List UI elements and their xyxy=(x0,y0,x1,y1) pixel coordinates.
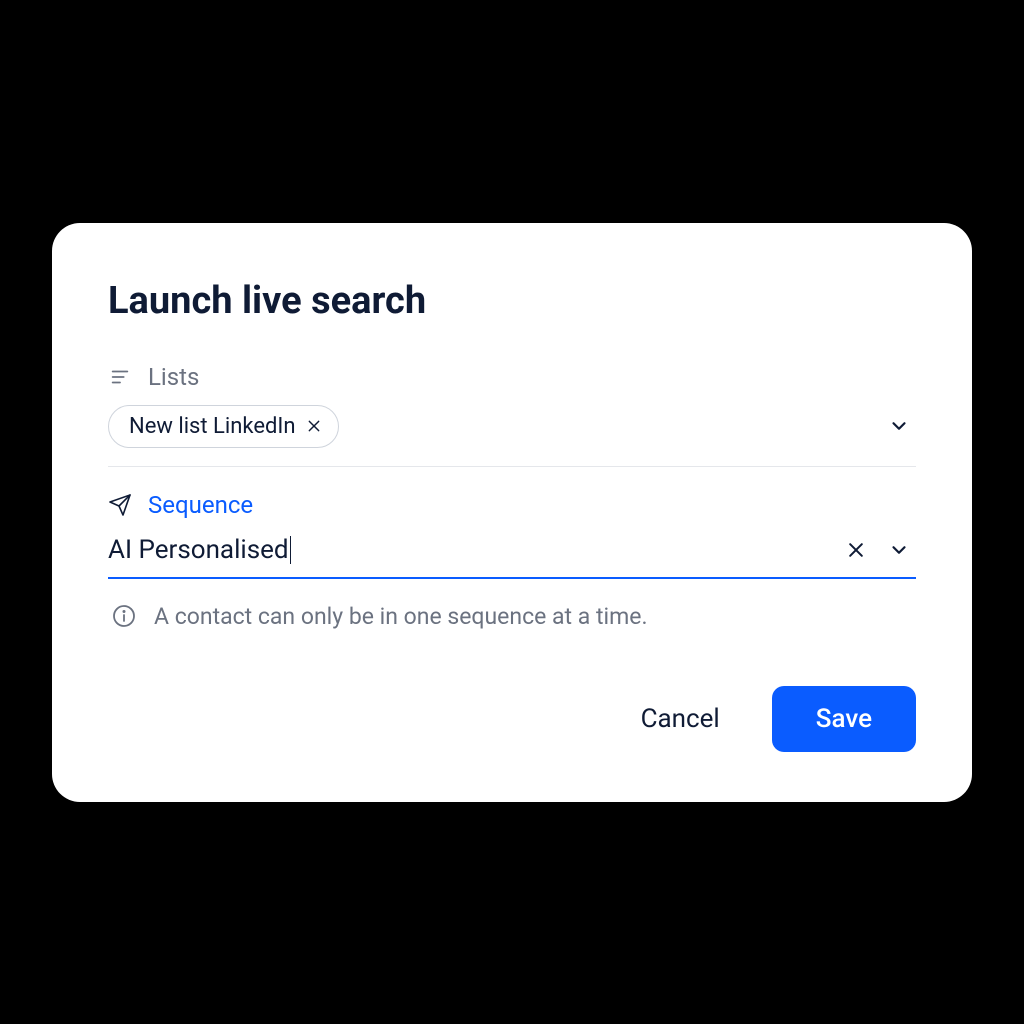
chevron-down-icon xyxy=(888,415,910,437)
info-text: A contact can only be in one sequence at… xyxy=(154,603,648,630)
save-button[interactable]: Save xyxy=(772,686,916,752)
sequence-label-row: Sequence xyxy=(108,491,916,519)
clear-sequence-button[interactable] xyxy=(842,536,870,564)
chevron-down-icon xyxy=(888,539,910,561)
lists-label: Lists xyxy=(148,363,199,391)
sequence-input-row[interactable]: AI Personalised xyxy=(108,533,916,579)
sequence-input[interactable]: AI Personalised xyxy=(108,535,289,565)
info-icon xyxy=(112,604,136,628)
dialog-actions: Cancel Save xyxy=(108,686,916,752)
sequence-label: Sequence xyxy=(148,491,253,519)
text-caret xyxy=(290,536,292,564)
lists-dropdown-toggle[interactable] xyxy=(882,409,916,443)
close-icon xyxy=(846,540,866,560)
remove-chip-icon[interactable] xyxy=(306,418,322,434)
info-row: A contact can only be in one sequence at… xyxy=(108,603,916,630)
sequence-dropdown-toggle[interactable] xyxy=(882,533,916,567)
launch-live-search-dialog: Launch live search Lists New list Linked… xyxy=(52,223,972,802)
cancel-button[interactable]: Cancel xyxy=(633,694,728,744)
dialog-title: Launch live search xyxy=(108,279,916,323)
lists-label-row: Lists xyxy=(108,363,916,391)
list-chip[interactable]: New list LinkedIn xyxy=(108,405,339,448)
list-chip-label: New list LinkedIn xyxy=(129,414,296,439)
send-icon xyxy=(108,493,132,517)
list-icon xyxy=(108,365,132,389)
lists-value-row: New list LinkedIn xyxy=(108,405,916,467)
